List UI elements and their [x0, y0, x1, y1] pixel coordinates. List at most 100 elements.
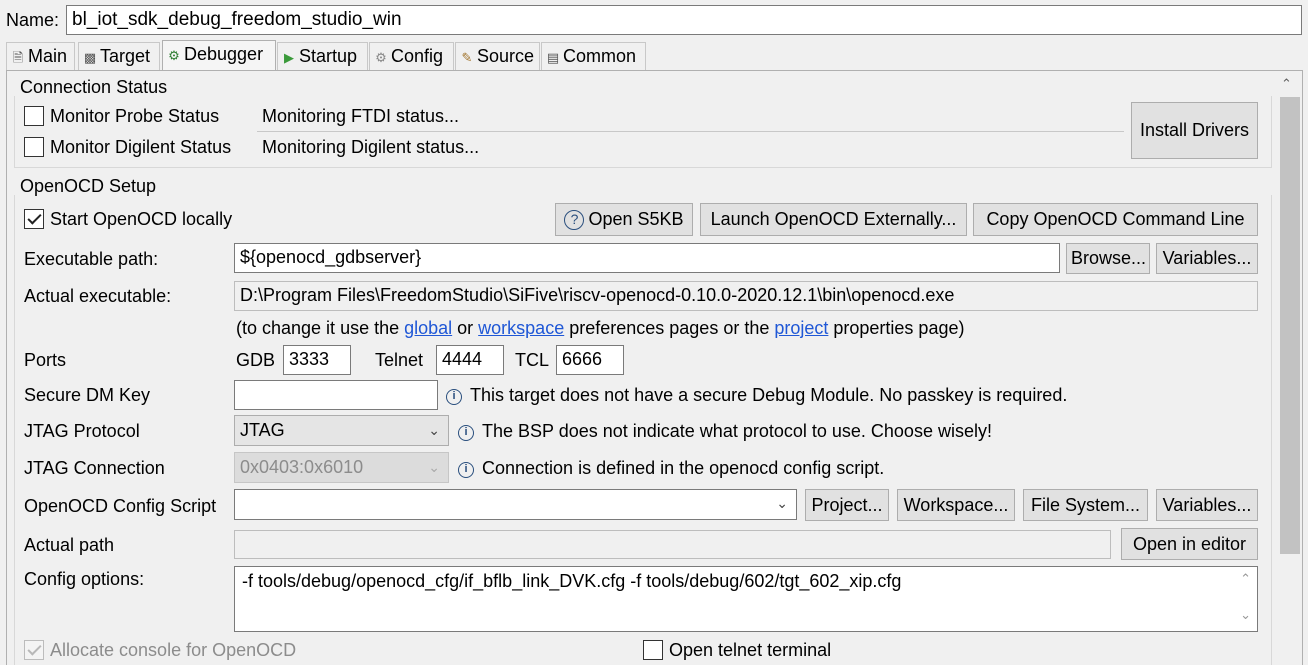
telnet-port-input[interactable]: 4444	[436, 345, 504, 375]
tab-main-label: Main	[28, 46, 68, 66]
project-link[interactable]: project	[774, 318, 828, 338]
open-in-editor-button[interactable]: Open in editor	[1121, 528, 1258, 560]
main-icon: 🗎	[12, 50, 24, 65]
jtag-protocol-info: i The BSP does not indicate what protocol…	[458, 420, 992, 442]
info-icon: i	[458, 425, 474, 441]
secure-dm-info: i This target does not have a secure Debu…	[446, 384, 1067, 406]
tab-main[interactable]: 🗎 Main	[6, 42, 75, 70]
config-script-combo[interactable]: ⌄	[234, 489, 797, 520]
jtag-connection-label: JTAG Connection	[24, 458, 165, 478]
open-telnet-label: Open telnet terminal	[669, 640, 832, 660]
info-icon: i	[458, 462, 474, 478]
scroll-up-icon[interactable]: ⌃	[1240, 571, 1251, 587]
tab-common-label: Common	[563, 46, 637, 66]
config-script-label: OpenOCD Config Script	[24, 496, 217, 516]
launch-externally-button[interactable]: Launch OpenOCD Externally...	[700, 203, 967, 236]
gdb-port-input[interactable]: 3333	[283, 345, 351, 375]
tab-startup[interactable]: ▶ Startup	[277, 42, 368, 70]
tab-debugger-label: Debugger	[184, 44, 264, 64]
name-label: Name:	[6, 10, 60, 30]
openocd-setup-title: OpenOCD Setup	[20, 176, 157, 196]
executable-path-input[interactable]: ${openocd_gdbserver}	[234, 243, 1060, 273]
secure-dm-key-input[interactable]	[234, 380, 438, 410]
tcl-port-input[interactable]: 6666	[556, 345, 624, 375]
config-options-value: -f tools/debug/openocd_cfg/if_bflb_link_…	[242, 571, 902, 591]
start-openocd-label: Start OpenOCD locally	[50, 209, 233, 229]
chevron-down-icon: ⌄	[776, 495, 788, 511]
common-icon: ▤	[546, 50, 560, 65]
monitor-digilent-checkbox[interactable]	[24, 137, 44, 157]
vertical-scrollbar[interactable]: ⌃	[1278, 72, 1302, 665]
change-hint-mid: preferences pages or the	[564, 318, 775, 338]
tab-debugger[interactable]: ⚙ Debugger	[162, 40, 276, 71]
tab-startup-label: Startup	[299, 46, 358, 66]
target-icon: ▩	[83, 50, 97, 65]
tab-target[interactable]: ▩ Target	[78, 42, 160, 70]
help-icon: ?	[564, 210, 585, 230]
monitor-probe-status: Monitoring FTDI status...	[257, 103, 1124, 132]
telnet-label: Telnet	[375, 350, 424, 370]
workspace-button[interactable]: Workspace...	[897, 489, 1015, 521]
variables-config-button[interactable]: Variables...	[1156, 489, 1258, 521]
tab-target-label: Target	[100, 46, 151, 66]
tab-source-label: Source	[477, 46, 535, 66]
actual-path-value	[234, 530, 1111, 559]
ports-label: Ports	[24, 350, 67, 370]
actual-executable-value: D:\Program Files\FreedomStudio\SiFive\ri…	[234, 281, 1258, 311]
executable-path-label: Executable path:	[24, 249, 159, 269]
change-hint-pre: (to change it use the	[236, 318, 405, 338]
actual-path-label: Actual path	[24, 535, 115, 555]
scroll-up-icon[interactable]: ⌃	[1281, 76, 1292, 92]
allocate-console-label: Allocate console for OpenOCD	[50, 640, 297, 660]
secure-dm-key-label: Secure DM Key	[24, 385, 151, 405]
change-hint-or: or	[452, 318, 479, 338]
actual-executable-label: Actual executable:	[24, 286, 172, 306]
tab-config[interactable]: ⚙ Config	[369, 42, 454, 70]
monitor-probe-checkbox[interactable]	[24, 106, 44, 126]
config-options-textarea[interactable]: -f tools/debug/openocd_cfg/if_bflb_link_…	[234, 566, 1258, 632]
jtag-protocol-select[interactable]: JTAG ⌄	[234, 415, 449, 446]
monitor-digilent-status: Monitoring Digilent status...	[257, 134, 1124, 160]
workspace-link[interactable]: workspace	[478, 318, 564, 338]
jtag-connection-info-text: Connection is defined in the openocd con…	[482, 458, 885, 478]
info-icon: i	[446, 389, 462, 405]
jtag-connection-select: 0x0403:0x6010 ⌄	[234, 452, 449, 483]
startup-icon: ▶	[284, 50, 294, 65]
allocate-console-checkbox	[24, 640, 44, 660]
jtag-protocol-label: JTAG Protocol	[24, 421, 140, 441]
jtag-connection-info: i Connection is defined in the openocd co…	[458, 457, 884, 479]
chevron-down-icon: ⌄	[428, 459, 440, 475]
debugger-icon: ⚙	[168, 48, 180, 63]
source-icon: ✎	[461, 50, 473, 65]
config-options-label: Config options:	[24, 569, 145, 589]
jtag-protocol-info-text: The BSP does not indicate what protocol …	[482, 421, 992, 441]
jtag-protocol-value: JTAG	[240, 420, 285, 440]
change-hint-post: properties page)	[828, 318, 965, 338]
tcl-label: TCL	[515, 350, 550, 370]
variables-button[interactable]: Variables...	[1156, 243, 1258, 274]
tab-source[interactable]: ✎ Source	[455, 42, 540, 70]
file-system-button[interactable]: File System...	[1023, 489, 1148, 521]
jtag-connection-value: 0x0403:0x6010	[240, 457, 364, 477]
monitor-probe-label: Monitor Probe Status	[50, 106, 220, 126]
connection-status-title: Connection Status	[20, 77, 168, 97]
global-link[interactable]: global	[404, 318, 452, 338]
change-hint: (to change it use the global or workspac…	[236, 317, 964, 339]
open-telnet-checkbox[interactable]	[643, 640, 663, 660]
name-input[interactable]: bl_iot_sdk_debug_freedom_studio_win	[66, 5, 1302, 35]
tab-common[interactable]: ▤ Common	[541, 42, 646, 70]
project-button[interactable]: Project...	[805, 489, 889, 521]
secure-dm-info-text: This target does not have a secure Debug…	[470, 385, 1068, 405]
tab-config-label: Config	[391, 46, 444, 66]
open-s5kb-button[interactable]: ? Open S5KB	[555, 203, 693, 236]
scroll-down-icon[interactable]: ⌄	[1240, 607, 1251, 623]
start-openocd-checkbox[interactable]	[24, 209, 44, 229]
copy-command-line-button[interactable]: Copy OpenOCD Command Line	[973, 203, 1258, 236]
config-icon: ⚙	[375, 50, 387, 65]
open-s5kb-label: Open S5KB	[588, 209, 684, 229]
browse-button[interactable]: Browse...	[1066, 243, 1150, 274]
scrollbar-thumb[interactable]	[1280, 97, 1300, 554]
monitor-digilent-label: Monitor Digilent Status	[50, 137, 232, 157]
install-drivers-button[interactable]: Install Drivers	[1131, 102, 1258, 159]
chevron-down-icon: ⌄	[428, 422, 440, 438]
